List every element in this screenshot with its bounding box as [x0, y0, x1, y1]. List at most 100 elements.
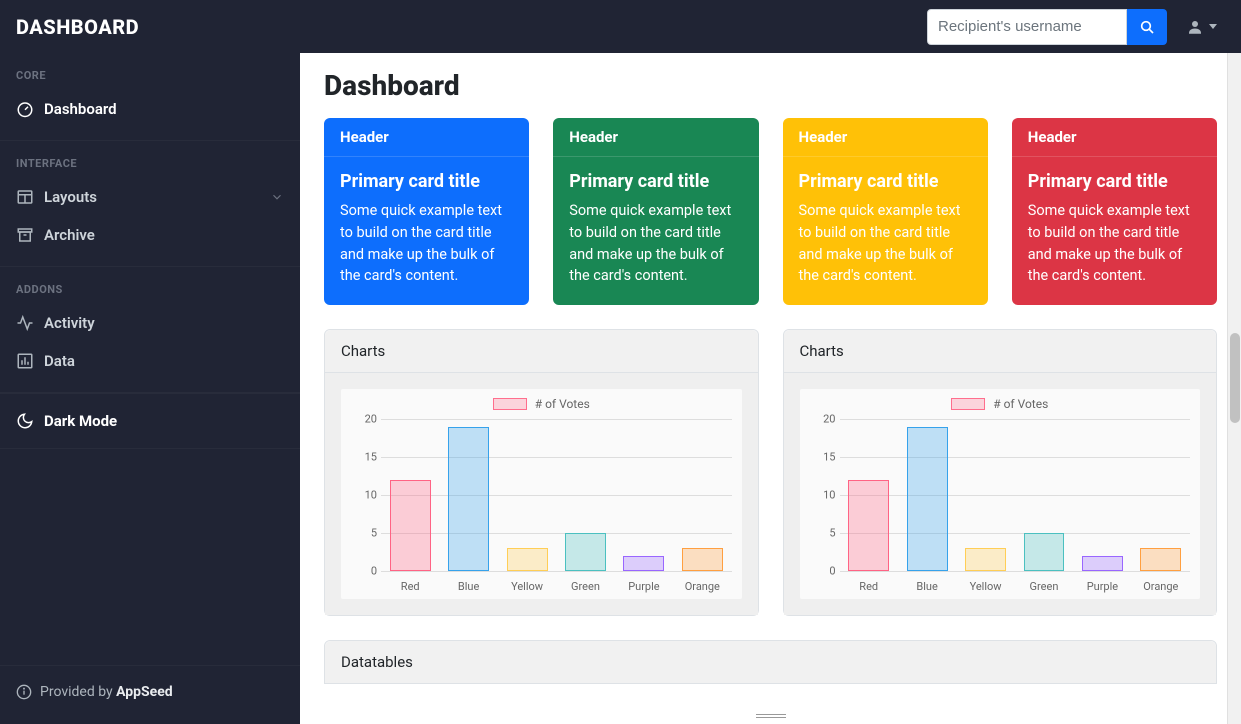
scrollbar-thumb[interactable]	[1230, 333, 1240, 423]
footer-brand-link[interactable]: AppSeed	[116, 684, 173, 700]
dark-mode-toggle[interactable]: Dark Mode	[0, 393, 300, 449]
topbar: DASHBOARD	[0, 0, 1241, 53]
bar[interactable]	[565, 533, 606, 571]
chart-bar-icon	[16, 352, 34, 370]
bar[interactable]	[448, 427, 489, 571]
bar-slot	[1015, 419, 1073, 571]
plot-area: 05101520	[381, 419, 732, 571]
grid-line	[840, 571, 1191, 572]
sidebar-item-label: Archive	[44, 226, 95, 244]
y-tick-label: 5	[812, 527, 836, 540]
chart-canvas: # of Votes 05101520 RedBlueYellowGreenPurp…	[800, 389, 1201, 599]
search-button[interactable]	[1127, 9, 1167, 45]
search-input[interactable]	[927, 9, 1127, 45]
sidebar-item-activity[interactable]: Activity	[0, 304, 300, 342]
moon-icon	[16, 412, 34, 430]
user-menu-button[interactable]	[1177, 9, 1225, 45]
bar-slot	[898, 419, 956, 571]
bar[interactable]	[848, 480, 889, 571]
bar-slot	[956, 419, 1014, 571]
bar[interactable]	[507, 548, 548, 571]
bar[interactable]	[907, 427, 948, 571]
sidebar-item-archive[interactable]: Archive	[0, 216, 300, 254]
brand[interactable]: DASHBOARD	[16, 15, 139, 39]
x-labels: RedBlueYellowGreenPurpleOrange	[840, 580, 1191, 593]
panel-header: Charts	[325, 330, 758, 373]
y-tick-label: 20	[353, 413, 377, 426]
chevron-down-icon	[270, 190, 284, 204]
x-tick-label: Blue	[898, 580, 956, 593]
y-tick-label: 0	[353, 565, 377, 578]
y-tick-label: 10	[812, 489, 836, 502]
y-tick-label: 15	[353, 451, 377, 464]
datatable-header: Datatables	[325, 641, 1216, 683]
content: Dashboard Header Primary card title Some…	[300, 53, 1241, 724]
bar-slot	[673, 419, 731, 571]
sidebar-footer: Provided by AppSeed	[0, 665, 300, 724]
drag-handle-icon[interactable]	[751, 714, 791, 720]
panel-body: # of Votes05101520RedBlueYellowGreenPurp…	[325, 373, 758, 615]
panel-header: Charts	[784, 330, 1217, 373]
card-title: Primary card title	[340, 171, 513, 192]
y-tick-label: 20	[812, 413, 836, 426]
x-tick-label: Purple	[615, 580, 673, 593]
card-title: Primary card title	[1028, 171, 1201, 192]
chart-legend[interactable]: # of Votes	[341, 397, 742, 411]
bar-slot	[615, 419, 673, 571]
columns-icon	[16, 188, 34, 206]
grid-line	[381, 571, 732, 572]
chart-panel-1: Charts # of Votes05101520RedBlueYellowGr…	[324, 329, 759, 616]
topbar-right	[927, 9, 1225, 45]
bar[interactable]	[1082, 556, 1123, 571]
bar-slot	[556, 419, 614, 571]
card-body: Primary card title Some quick example te…	[1012, 157, 1217, 305]
bars-container	[840, 419, 1191, 571]
sidebar-item-dashboard[interactable]: Dashboard	[0, 90, 300, 128]
user-icon	[1185, 17, 1205, 37]
sidebar-item-label: Dashboard	[44, 100, 117, 118]
card-text: Some quick example text to build on the …	[799, 200, 972, 287]
x-tick-label: Orange	[1132, 580, 1190, 593]
card-header: Header	[783, 118, 988, 157]
bar-slot	[840, 419, 898, 571]
bar-slot	[1132, 419, 1190, 571]
bar[interactable]	[1024, 533, 1065, 571]
page-title: Dashboard	[300, 53, 1241, 118]
x-tick-label: Red	[381, 580, 439, 593]
bar[interactable]	[682, 548, 723, 571]
chart-canvas: # of Votes05101520RedBlueYellowGreenPurp…	[341, 389, 742, 599]
vertical-scrollbar[interactable]	[1227, 53, 1241, 724]
x-tick-label: Green	[556, 580, 614, 593]
card-success: Header Primary card title Some quick exa…	[553, 118, 758, 305]
search-icon	[1139, 19, 1155, 35]
sidebar-heading-interface: INTERFACE	[0, 141, 300, 178]
card-title: Primary card title	[799, 171, 972, 192]
card-body: Primary card title Some quick example te…	[553, 157, 758, 305]
bar-slot	[498, 419, 556, 571]
x-tick-label: Yellow	[956, 580, 1014, 593]
card-text: Some quick example text to build on the …	[569, 200, 742, 287]
sidebar-item-layouts[interactable]: Layouts	[0, 178, 300, 216]
x-tick-label: Purple	[1073, 580, 1131, 593]
cards-row: Header Primary card title Some quick exa…	[300, 118, 1241, 305]
card-primary: Header Primary card title Some quick exa…	[324, 118, 529, 305]
sidebar-item-data[interactable]: Data	[0, 342, 300, 380]
charts-row: Charts # of Votes05101520RedBlueYellowGr…	[300, 305, 1241, 616]
legend-swatch	[493, 398, 527, 410]
x-tick-label: Yellow	[498, 580, 556, 593]
card-title: Primary card title	[569, 171, 742, 192]
sidebar-item-label: Activity	[44, 314, 95, 332]
bar[interactable]	[623, 556, 664, 571]
plot-area: 05101520	[840, 419, 1191, 571]
dark-mode-label: Dark Mode	[44, 412, 117, 430]
bar[interactable]	[390, 480, 431, 571]
datatable-panel: Datatables	[324, 640, 1217, 684]
bar[interactable]	[1140, 548, 1181, 571]
bar[interactable]	[965, 548, 1006, 571]
footer-text: Provided by AppSeed	[40, 684, 173, 700]
y-tick-label: 15	[812, 451, 836, 464]
sidebar-section-addons: ADDONS Activity Data	[0, 267, 300, 393]
panel-body: # of Votes 05101520 RedBlueYellowGreenPurp…	[784, 373, 1217, 615]
chart-legend[interactable]: # of Votes	[800, 397, 1201, 411]
activity-icon	[16, 314, 34, 332]
